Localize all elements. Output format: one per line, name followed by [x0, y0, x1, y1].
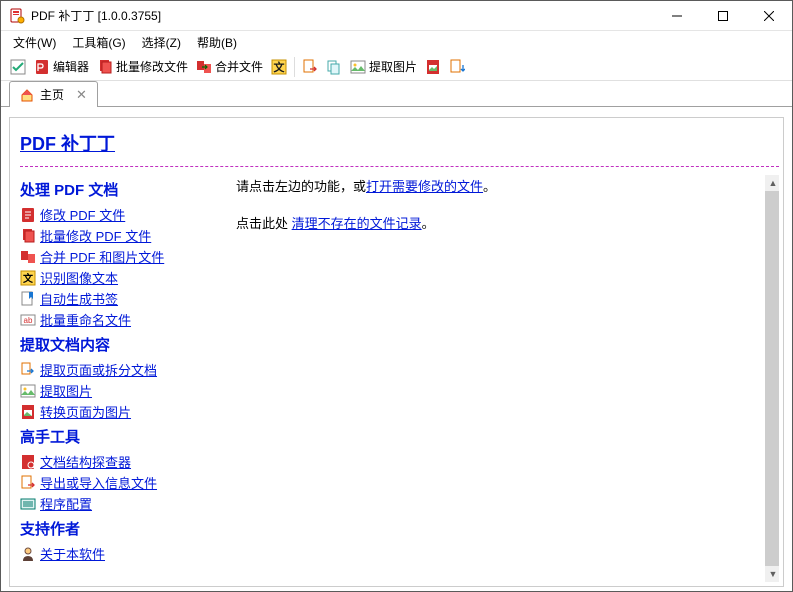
divider — [20, 166, 779, 167]
menu-select[interactable]: 选择(Z) — [134, 32, 189, 53]
export-icon — [20, 475, 36, 491]
function-list: 处理 PDF 文档 修改 PDF 文件 批量修改 PDF 文件 合并 PDF 和… — [20, 175, 230, 582]
func-config[interactable]: 程序配置 — [20, 493, 222, 514]
toolbar-editor[interactable]: 编辑器 — [31, 56, 92, 77]
titlebar: PDF 补丁丁 [1.0.0.3755] — [1, 1, 792, 31]
toolbar-merge-label: 合并文件 — [215, 58, 263, 75]
ocr-icon: 文 — [20, 270, 36, 286]
rename-icon: ab — [20, 312, 36, 328]
toolbar-ocr[interactable]: 文 — [268, 57, 290, 77]
merge-icon — [20, 249, 36, 265]
func-to-images[interactable]: 转换页面为图片 — [20, 401, 222, 422]
pdf-stack-icon — [20, 228, 36, 244]
toolbar-batch-label: 批量修改文件 — [116, 58, 188, 75]
page-to-image-icon — [20, 404, 36, 420]
content-area: PDF 补丁丁 处理 PDF 文档 修改 PDF 文件 批量修改 PDF 文件 … — [1, 107, 792, 591]
open-file-link[interactable]: 打开需要修改的文件 — [366, 179, 483, 194]
scrollbar[interactable]: ▲ ▼ — [765, 175, 779, 582]
svg-text:文: 文 — [23, 272, 34, 285]
toolbar-convert-image[interactable] — [422, 57, 444, 77]
func-ocr[interactable]: 文识别图像文本 — [20, 267, 222, 288]
tab-close-icon[interactable]: ✕ — [76, 87, 87, 103]
func-structure[interactable]: 文档结构探查器 — [20, 451, 222, 472]
scroll-up-icon[interactable]: ▲ — [765, 175, 779, 191]
tab-home-label: 主页 — [40, 86, 64, 103]
minimize-button[interactable] — [654, 1, 700, 31]
page-to-image-icon — [425, 59, 441, 75]
func-batch-modify[interactable]: 批量修改 PDF 文件 — [20, 225, 222, 246]
func-rename[interactable]: ab批量重命名文件 — [20, 309, 222, 330]
hint-line2: 点击此处 清理不存在的文件记录。 — [236, 212, 773, 235]
section-process-header: 处理 PDF 文档 — [20, 179, 222, 200]
app-icon — [9, 8, 25, 24]
toolbar-extract-images[interactable]: 提取图片 — [347, 56, 420, 77]
content-panel: PDF 补丁丁 处理 PDF 文档 修改 PDF 文件 批量修改 PDF 文件 … — [9, 117, 784, 587]
section-support-header: 支持作者 — [20, 518, 222, 539]
app-title-link[interactable]: PDF 补丁丁 — [20, 130, 779, 156]
toolbar: 编辑器 批量修改文件 合并文件 文 提取图片 — [1, 53, 792, 81]
pdf-stack-icon — [97, 59, 113, 75]
svg-text:ab: ab — [24, 316, 33, 325]
person-icon — [20, 546, 36, 562]
toolbar-extract-images-label: 提取图片 — [369, 58, 417, 75]
func-extract-pages[interactable]: 提取页面或拆分文档 — [20, 359, 222, 380]
hint-line1: 请点击左边的功能，或打开需要修改的文件。 — [236, 175, 773, 198]
ocr-icon: 文 — [271, 59, 287, 75]
copy-icon — [326, 59, 342, 75]
maximize-button[interactable] — [700, 1, 746, 31]
menubar: 文件(W) 工具箱(G) 选择(Z) 帮助(B) — [1, 31, 792, 53]
func-merge[interactable]: 合并 PDF 和图片文件 — [20, 246, 222, 267]
pdf-red-icon — [20, 207, 36, 223]
section-advanced-header: 高手工具 — [20, 426, 222, 447]
home-icon — [20, 88, 34, 102]
window-title: PDF 补丁丁 [1.0.0.3755] — [31, 7, 654, 24]
clean-records-link[interactable]: 清理不存在的文件记录 — [292, 216, 422, 231]
func-extract-images[interactable]: 提取图片 — [20, 380, 222, 401]
window-buttons — [654, 1, 792, 31]
toolbar-checkbox[interactable] — [7, 57, 29, 77]
tab-home[interactable]: 主页 ✕ — [9, 81, 98, 107]
menu-file[interactable]: 文件(W) — [5, 32, 64, 53]
func-export-import[interactable]: 导出或导入信息文件 — [20, 472, 222, 493]
section-extract-header: 提取文档内容 — [20, 334, 222, 355]
import-icon — [449, 59, 465, 75]
toolbar-editor-label: 编辑器 — [53, 58, 89, 75]
page-out-icon — [302, 59, 318, 75]
toolbar-separator — [294, 57, 295, 77]
image-icon — [350, 59, 366, 75]
toolbar-extract-pages[interactable] — [299, 57, 321, 77]
pdf-red-icon — [34, 59, 50, 75]
structure-icon — [20, 454, 36, 470]
merge-icon — [196, 59, 212, 75]
image-icon — [20, 383, 36, 399]
toolbar-batch[interactable]: 批量修改文件 — [94, 56, 191, 77]
func-modify[interactable]: 修改 PDF 文件 — [20, 204, 222, 225]
config-icon — [20, 496, 36, 512]
svg-text:文: 文 — [274, 60, 286, 74]
scroll-thumb[interactable] — [765, 191, 779, 566]
page-out-icon — [20, 362, 36, 378]
toolbar-merge[interactable]: 合并文件 — [193, 56, 266, 77]
menu-tools[interactable]: 工具箱(G) — [64, 32, 133, 53]
func-bookmarks[interactable]: 自动生成书签 — [20, 288, 222, 309]
main-panel: 请点击左边的功能，或打开需要修改的文件。 点击此处 清理不存在的文件记录。 ▲ … — [230, 175, 779, 582]
menu-help[interactable]: 帮助(B) — [189, 32, 245, 53]
close-button[interactable] — [746, 1, 792, 31]
func-about[interactable]: 关于本软件 — [20, 543, 222, 564]
bookmark-icon — [20, 291, 36, 307]
toolbar-import[interactable] — [446, 57, 468, 77]
toolbar-copy[interactable] — [323, 57, 345, 77]
tabstrip: 主页 ✕ — [1, 81, 792, 107]
scroll-down-icon[interactable]: ▼ — [765, 566, 779, 582]
